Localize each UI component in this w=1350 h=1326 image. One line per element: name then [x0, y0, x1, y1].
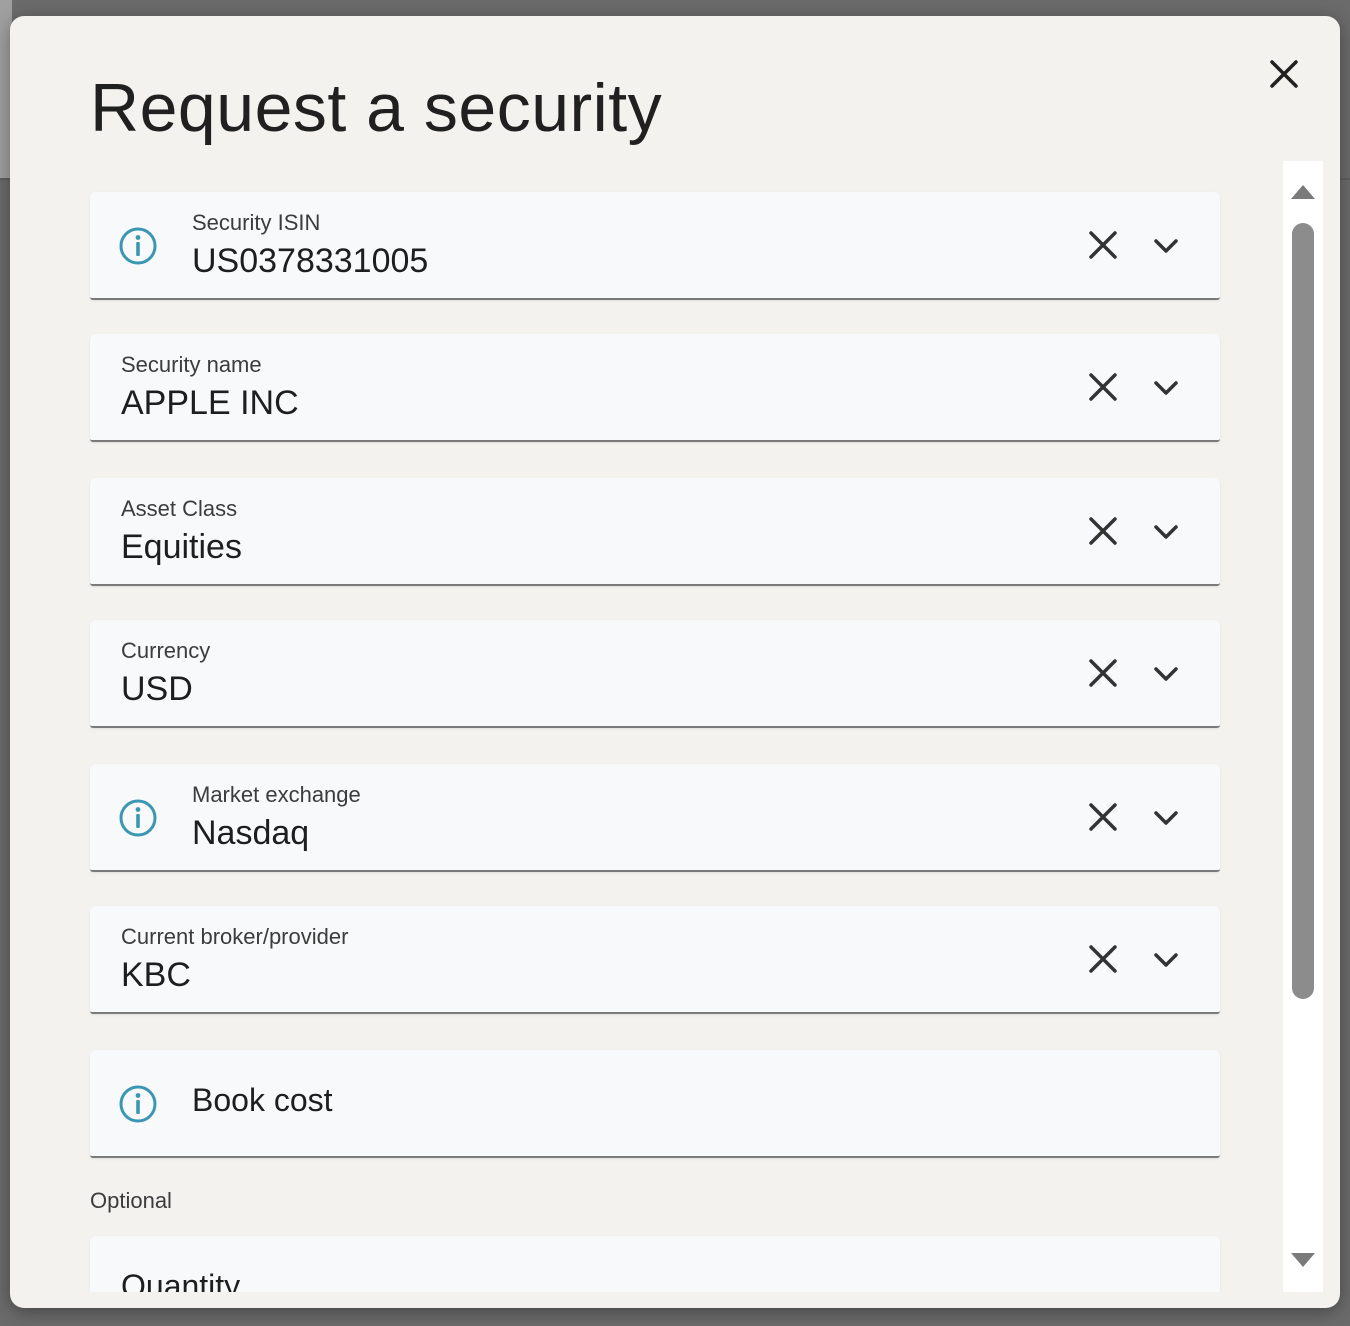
quantity-placeholder: Quantity [121, 1268, 241, 1292]
current-broker-label: Current broker/provider [121, 924, 349, 949]
dialog-title: Request a security [90, 70, 663, 146]
market-exchange-field[interactable]: Market exchange Nasdaq [90, 764, 1220, 872]
clear-icon[interactable] [1086, 228, 1120, 262]
chevron-down-icon[interactable] [1150, 660, 1182, 688]
asset-class-field[interactable]: Asset Class Equities [90, 478, 1220, 586]
form-scroll-area: Security ISIN US0378331005 Security name… [10, 160, 1280, 1292]
book-cost-input[interactable]: Book cost [90, 1050, 1220, 1158]
chevron-down-icon[interactable] [1150, 232, 1182, 260]
security-isin-label: Security ISIN [192, 210, 321, 235]
market-exchange-value: Nasdaq [192, 814, 310, 852]
security-name-label: Security name [121, 352, 262, 377]
current-broker-value: KBC [121, 956, 191, 994]
security-isin-field[interactable]: Security ISIN US0378331005 [90, 192, 1220, 300]
info-icon[interactable] [117, 1083, 159, 1125]
chevron-down-icon[interactable] [1150, 804, 1182, 832]
chevron-down-icon[interactable] [1150, 946, 1182, 974]
chevron-down-icon[interactable] [1150, 518, 1182, 546]
security-name-field[interactable]: Security name APPLE INC [90, 334, 1220, 442]
clear-icon[interactable] [1086, 656, 1120, 690]
info-icon[interactable] [117, 225, 159, 267]
currency-value: USD [121, 670, 193, 708]
arrow-down-icon[interactable] [1289, 1249, 1317, 1273]
request-security-dialog: Request a security Security ISIN US03783… [10, 16, 1340, 1308]
quantity-input[interactable]: Quantity [90, 1236, 1220, 1292]
clear-icon[interactable] [1086, 800, 1120, 834]
scrollbar-thumb[interactable] [1292, 223, 1314, 999]
chevron-down-icon[interactable] [1150, 374, 1182, 402]
market-exchange-label: Market exchange [192, 782, 361, 807]
currency-label: Currency [121, 638, 211, 663]
security-isin-value: US0378331005 [192, 242, 429, 280]
clear-icon[interactable] [1086, 514, 1120, 548]
close-button[interactable] [1262, 52, 1306, 96]
currency-field[interactable]: Currency USD [90, 620, 1220, 728]
book-cost-placeholder: Book cost [192, 1082, 333, 1118]
current-broker-field[interactable]: Current broker/provider KBC [90, 906, 1220, 1014]
security-name-value: APPLE INC [121, 384, 299, 422]
clear-icon[interactable] [1086, 370, 1120, 404]
arrow-up-icon[interactable] [1289, 179, 1317, 203]
clear-icon[interactable] [1086, 942, 1120, 976]
close-icon [1270, 60, 1298, 88]
asset-class-label: Asset Class [121, 496, 238, 521]
scrollbar[interactable] [1283, 161, 1323, 1292]
asset-class-value: Equities [121, 528, 242, 566]
book-cost-helper-text: Optional [90, 1188, 172, 1213]
info-icon[interactable] [117, 797, 159, 839]
